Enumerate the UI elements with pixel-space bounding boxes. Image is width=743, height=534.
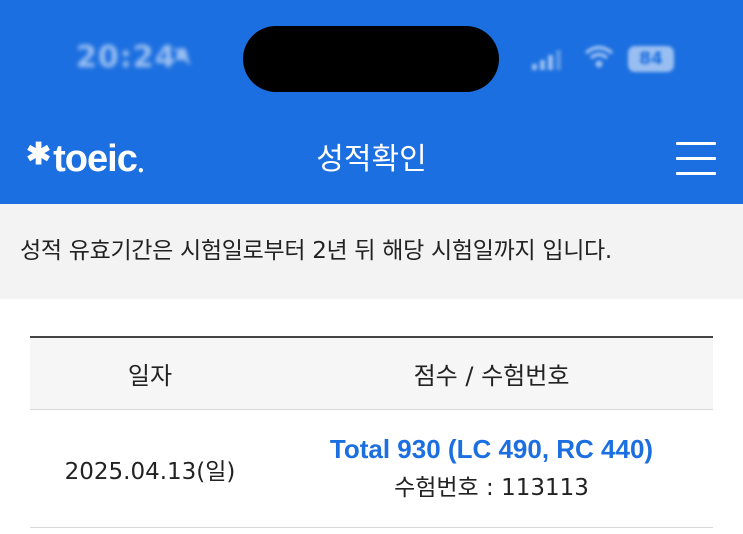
status-time: 20:24 bbox=[76, 40, 177, 75]
cellular-signal-icon bbox=[532, 50, 561, 70]
dynamic-island bbox=[243, 26, 499, 92]
validity-notice: 성적 유효기간은 시험일로부터 2년 뒤 해당 시험일까지 입니다. bbox=[0, 204, 743, 299]
exam-number-line: 수험번호 : 113113 bbox=[394, 471, 589, 505]
header-cell-score: 점수 / 수험번호 bbox=[270, 338, 713, 409]
hamburger-icon bbox=[676, 157, 716, 160]
notice-text: 성적 유효기간은 시험일로부터 2년 뒤 해당 시험일까지 입니다. bbox=[20, 238, 612, 264]
header-score-label: 점수 / 수험번호 bbox=[413, 362, 570, 390]
exam-number-label: 수험번호 : bbox=[394, 474, 502, 501]
header-cell-date: 일자 bbox=[30, 338, 270, 409]
score-total-link[interactable]: Total 930 (LC 490, RC 440) bbox=[330, 433, 653, 465]
hamburger-icon bbox=[676, 172, 716, 175]
status-bar: 20:24 84 bbox=[0, 0, 743, 118]
exam-number: 113113 bbox=[501, 474, 589, 501]
header-date-label: 일자 bbox=[127, 362, 173, 390]
date-cell: 2025.04.13(일) bbox=[30, 410, 270, 527]
app-header: ✱ toeic ● 성적확인 bbox=[0, 118, 743, 204]
battery-indicator: 84 bbox=[628, 46, 674, 72]
hamburger-icon bbox=[676, 142, 716, 145]
score-table: 일자 점수 / 수험번호 2025.04.13(일) Total 930 (LC… bbox=[30, 336, 713, 528]
score-cell: Total 930 (LC 490, RC 440) 수험번호 : 113113 bbox=[270, 410, 713, 527]
exam-date: 2025.04.13(일) bbox=[64, 458, 236, 485]
wifi-icon bbox=[584, 45, 614, 68]
table-header-row: 일자 점수 / 수험번호 bbox=[30, 338, 713, 410]
page-title: 성적확인 bbox=[316, 142, 427, 177]
bell-muted-icon bbox=[173, 47, 191, 65]
table-row[interactable]: 2025.04.13(일) Total 930 (LC 490, RC 440)… bbox=[30, 410, 713, 528]
menu-button[interactable] bbox=[676, 140, 716, 178]
